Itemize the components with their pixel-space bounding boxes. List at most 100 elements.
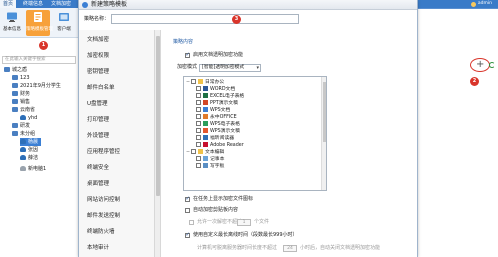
checkbox[interactable] (196, 99, 201, 105)
wps-spreadsheet-icon (203, 120, 208, 126)
checkbox[interactable] (196, 113, 201, 119)
toolbar-policy-template-button[interactable]: 策略模板管理 (26, 10, 53, 36)
right-panel (418, 8, 498, 257)
toolbar-label: 基本信息 (3, 27, 21, 32)
tree-node[interactable]: 薛洁 (20, 154, 38, 162)
checkbox[interactable] (196, 120, 201, 126)
scrollbar-thumb[interactable] (323, 82, 326, 142)
checkbox[interactable] (196, 127, 201, 133)
limit-decrypt-count-input[interactable]: 1 (237, 219, 251, 226)
toolbar-client-button[interactable]: 客户端 (52, 10, 76, 36)
user-menu[interactable]: admin (470, 0, 492, 8)
encrypt-mode-select[interactable]: [智能]透明加密模式 (199, 64, 261, 72)
nav-item-key-management[interactable]: 密钥管理 (87, 66, 109, 78)
checkbox[interactable] (196, 92, 201, 98)
marker-1: 1 (39, 41, 48, 50)
foxit-reader-icon (203, 134, 208, 140)
checkbox[interactable] (196, 106, 201, 112)
tree-node-label: 城之盾 (12, 67, 28, 73)
nav-item-firewall[interactable]: 终端防火墙 (87, 226, 115, 238)
nav-item-doc-encrypt[interactable]: 文档加密 (87, 34, 109, 46)
folder-icon (12, 90, 18, 96)
nav-item-local-audit[interactable]: 本地审计 (87, 242, 109, 254)
tree-node[interactable]: 未分组 (12, 130, 35, 138)
nav-item-app-control[interactable]: 应用程序管控 (87, 146, 120, 158)
limit-decrypt-checkbox[interactable] (189, 220, 194, 225)
nav-item-mail-whitelist[interactable]: 邮件白名单 (87, 82, 115, 94)
show-encrypt-icon-checkbox[interactable] (185, 196, 190, 202)
checkbox[interactable] (191, 78, 196, 84)
adobe-reader-icon (203, 141, 208, 147)
folder-icon (198, 148, 203, 154)
nav-item-desktop-management[interactable]: 桌面管理 (87, 178, 109, 190)
toolbar-label: 策略模板管理 (26, 27, 53, 32)
tree-node-selected[interactable]: 杨晨 (20, 138, 42, 146)
excel-icon (203, 92, 208, 98)
checkbox[interactable] (196, 85, 201, 91)
tree-node[interactable]: 销售 (12, 98, 30, 106)
list-item-label: WPS电子表格 (210, 122, 240, 127)
nav-item-mail-send-control[interactable]: 邮件发送控制 (87, 210, 120, 222)
tab-terminal-info[interactable]: 终端信息 (20, 0, 46, 8)
tree-node-label: 财务 (20, 91, 31, 97)
list-item-label: 文本编辑 (205, 150, 225, 155)
limit-decrypt-label: 允许一次解密不超过 (197, 219, 243, 225)
list-item[interactable]: 福昕阅读器 (196, 134, 234, 142)
show-encrypt-icon-label: 在任务上显示加密文件图标 (193, 196, 254, 202)
toolbar-basic-info-button[interactable]: 基本信息 (0, 10, 24, 36)
tree-node[interactable]: 2021年9月分学生 (12, 82, 61, 90)
tree-node-label: 未分组 (20, 131, 36, 137)
tree-node-label: 销售 (20, 99, 31, 105)
dialog-title-bar: 新建策略模板 (79, 0, 417, 10)
ppt-icon (203, 99, 208, 105)
list-item-label: WPS文档 (210, 108, 231, 113)
list-item-label: EXCEL电子表格 (210, 94, 245, 99)
tree-node[interactable]: 城之盾 (4, 66, 27, 74)
nav-item-usb-management[interactable]: U盘管理 (87, 98, 108, 110)
tree-node[interactable]: 123 (12, 74, 30, 82)
list-item-label: 福昕阅读器 (210, 136, 234, 141)
marker-2: 2 (470, 77, 479, 86)
checkbox[interactable] (196, 155, 201, 161)
list-scrollbar[interactable] (321, 77, 326, 190)
nav-item-website-control[interactable]: 网站访问控制 (87, 194, 120, 206)
refresh-icon[interactable] (489, 62, 495, 68)
auto-encrypt-clipboard-checkbox[interactable] (185, 208, 190, 213)
list-item[interactable]: 写字板 (196, 162, 224, 170)
search-input[interactable]: 在此输入关键字搜索 (2, 56, 76, 64)
tree-node[interactable]: 云南省 (12, 106, 35, 114)
tree-node-label: 云南省 (20, 107, 36, 113)
tree-node-label: 杨晨 (28, 139, 39, 145)
tab-doc-encrypt[interactable]: 文档加密 (48, 0, 74, 8)
checkbox[interactable] (196, 141, 201, 147)
list-item[interactable]: Adobe Reader (196, 141, 244, 149)
custom-offline-time-label: 使用自定义最长离线时间（段数最长999小时） (193, 232, 298, 238)
nav-item-terminal-security[interactable]: 终端安全 (87, 162, 109, 174)
checkbox[interactable] (191, 148, 196, 154)
folder-icon (4, 66, 10, 72)
client-icon (59, 13, 69, 21)
tree-node[interactable]: 财务 (12, 90, 30, 98)
nav-item-encrypt-permission[interactable]: 加密权限 (87, 50, 109, 62)
tree-node[interactable]: yhd (20, 114, 37, 122)
tab-home[interactable]: 首页 (0, 0, 17, 8)
offline-hours-input[interactable]: 24 (283, 245, 297, 252)
tree-node[interactable]: 新电脑1 (20, 165, 46, 173)
tree-node-label: 张因 (28, 147, 39, 153)
nav-item-print-management[interactable]: 打印管理 (87, 114, 109, 126)
list-item[interactable]: WORD文档 (196, 85, 235, 93)
scrollbar-thumb[interactable] (156, 36, 160, 196)
tree-node[interactable]: 研发 (12, 122, 30, 130)
tree-node[interactable]: 张因 (20, 146, 38, 154)
add-icon[interactable]: + (476, 59, 484, 71)
policy-name-input[interactable] (111, 14, 299, 24)
list-item[interactable]: WPS文档 (196, 106, 231, 114)
nav-item-peripheral-management[interactable]: 外设管理 (87, 130, 109, 142)
enable-doc-encrypt-checkbox[interactable] (185, 52, 190, 58)
custom-offline-time-checkbox[interactable] (185, 232, 190, 238)
policy-content: 策略内容 启用文档透明加密功能 加密模式 [智能]透明加密模式 −日常办公 WO… (161, 30, 419, 257)
checkbox[interactable] (196, 134, 201, 140)
checkbox[interactable] (196, 162, 201, 168)
enable-doc-encrypt-label: 启用文档透明加密功能 (193, 52, 244, 58)
computer-icon (20, 154, 26, 160)
